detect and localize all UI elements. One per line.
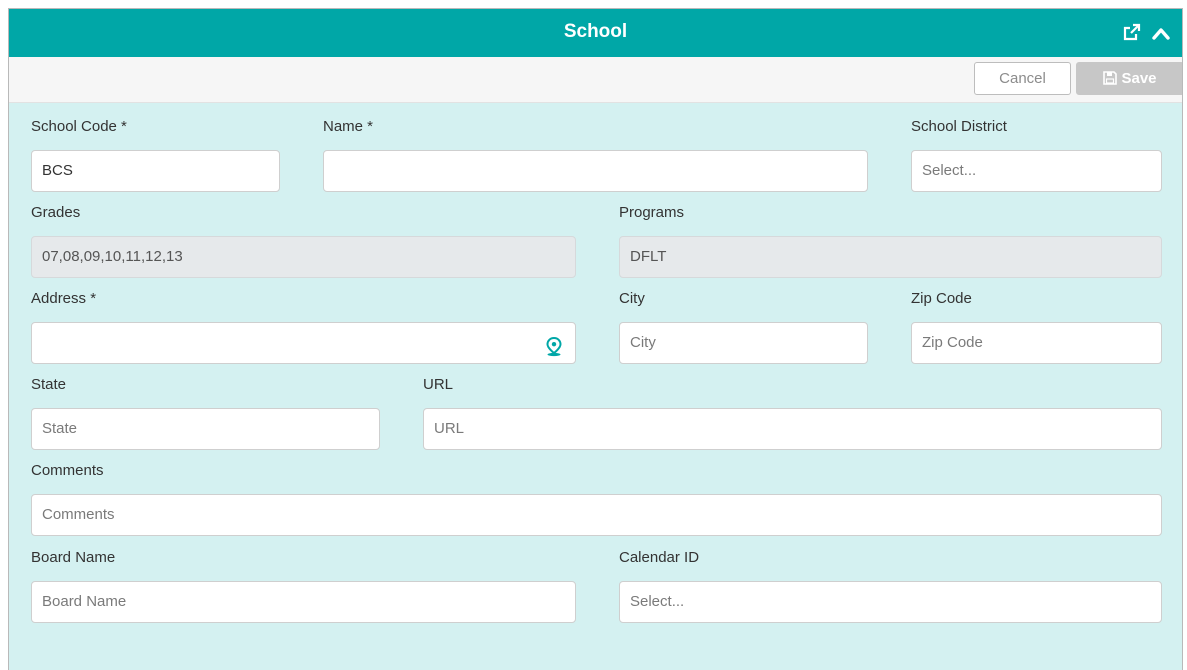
board-name-label: Board Name (31, 549, 116, 566)
save-icon (1103, 71, 1118, 85)
map-pin-icon[interactable] (545, 333, 563, 363)
grades-field: 07,08,09,10,11,12,13 (31, 236, 576, 278)
address-label: Address * (31, 290, 97, 307)
city-label: City (619, 290, 645, 307)
address-input[interactable] (31, 322, 576, 364)
school-code-input[interactable]: BCS (31, 150, 280, 192)
save-button[interactable]: Save (1076, 62, 1182, 95)
school-panel: School Cancel Save School Code * Name * … (8, 8, 1183, 670)
school-district-label: School District (911, 118, 1007, 135)
url-input[interactable]: URL (423, 408, 1162, 450)
programs-field: DFLT (619, 236, 1162, 278)
save-button-label: Save (1121, 70, 1157, 87)
external-link-icon[interactable] (1122, 22, 1142, 46)
board-name-input[interactable]: Board Name (31, 581, 576, 623)
comments-input[interactable]: Comments (31, 494, 1162, 536)
name-label: Name * (323, 118, 374, 135)
chevron-up-icon[interactable] (1151, 24, 1171, 46)
panel-header: School (9, 9, 1182, 57)
cancel-button[interactable]: Cancel (974, 62, 1071, 95)
toolbar: Cancel Save (9, 57, 1182, 103)
grades-label: Grades (31, 204, 81, 221)
calendar-id-label: Calendar ID (619, 549, 700, 566)
city-input[interactable]: City (619, 322, 868, 364)
comments-label: Comments (31, 462, 104, 479)
calendar-id-select[interactable]: Select... (619, 581, 1162, 623)
school-district-select[interactable]: Select... (911, 150, 1162, 192)
state-input[interactable]: State (31, 408, 380, 450)
programs-label: Programs (619, 204, 685, 221)
zip-code-input[interactable]: Zip Code (911, 322, 1162, 364)
zip-code-label: Zip Code (911, 290, 972, 307)
url-label: URL (423, 376, 454, 393)
name-input[interactable] (323, 150, 868, 192)
school-code-label: School Code * (31, 118, 127, 135)
page-title: School (563, 21, 628, 42)
state-label: State (31, 376, 67, 393)
